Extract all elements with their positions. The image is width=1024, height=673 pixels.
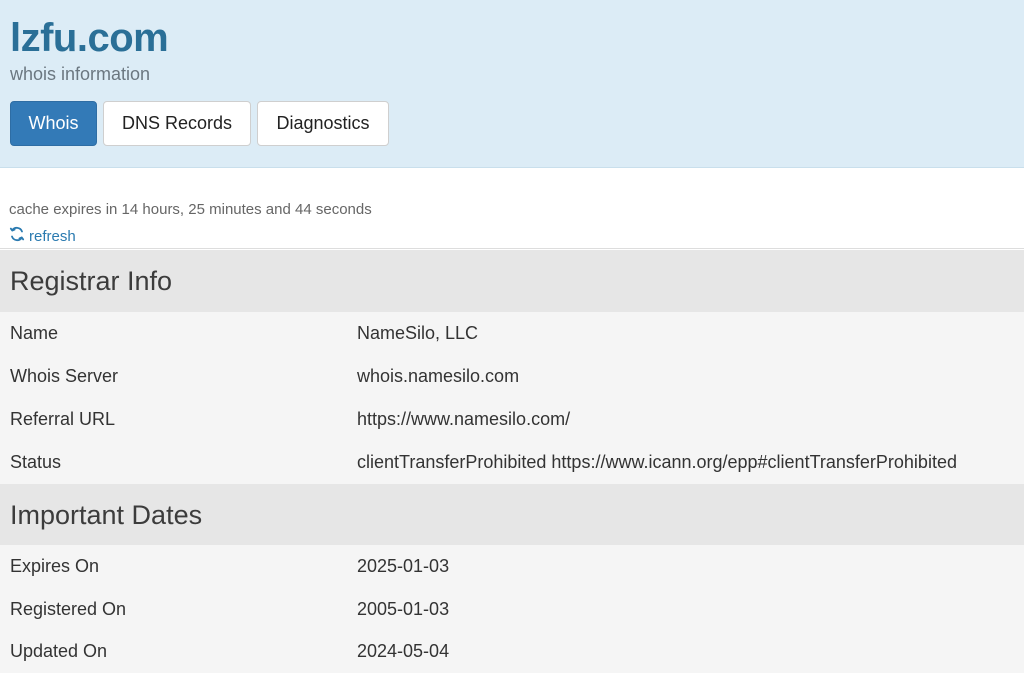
row-value: 2005-01-03 [357,599,450,619]
dates-row-expires: Expires On 2025-01-03 [0,545,1024,588]
row-value: clientTransferProhibited https://www.ica… [357,452,957,472]
row-value: https://www.namesilo.com/ [357,409,571,429]
registrar-info-heading: Registrar Info [0,250,1024,312]
row-key: Updated On [10,641,108,661]
row-key: Referral URL [10,409,116,429]
refresh-link[interactable]: refresh [9,226,76,246]
page-subtitle: whois information [10,64,151,84]
tab-whois[interactable]: Whois [10,101,97,146]
refresh-icon [9,226,25,246]
dates-row-registered: Registered On 2005-01-03 [0,588,1024,631]
dates-row-updated: Updated On 2024-05-04 [0,630,1024,673]
divider [0,248,1024,249]
registrar-row-referral-url: Referral URL https://www.namesilo.com/ [0,398,1024,441]
row-key: Status [10,452,62,472]
row-value: 2024-05-04 [357,641,450,661]
registrar-row-name: Name NameSilo, LLC [0,312,1024,355]
important-dates-heading: Important Dates [0,484,1024,546]
registrar-row-whois-server: Whois Server whois.namesilo.com [0,355,1024,398]
row-key: Whois Server [10,366,119,386]
row-value: 2025-01-03 [357,556,450,576]
header-banner: lzfu.com whois information Whois DNS Rec… [0,0,1024,168]
tab-dns-records[interactable]: DNS Records [103,101,251,146]
tab-bar: Whois DNS Records Diagnostics [10,101,389,146]
row-key: Name [10,323,59,343]
refresh-label: refresh [29,227,76,245]
tab-diagnostics[interactable]: Diagnostics [257,101,389,146]
registrar-row-status: Status clientTransferProhibited https://… [0,441,1024,484]
page-title: lzfu.com [10,16,169,60]
row-value: whois.namesilo.com [357,366,520,386]
row-key: Registered On [10,599,127,619]
cache-expiry-text: cache expires in 14 hours, 25 minutes an… [9,201,372,218]
row-value: NameSilo, LLC [357,323,479,343]
row-key: Expires On [10,556,100,576]
